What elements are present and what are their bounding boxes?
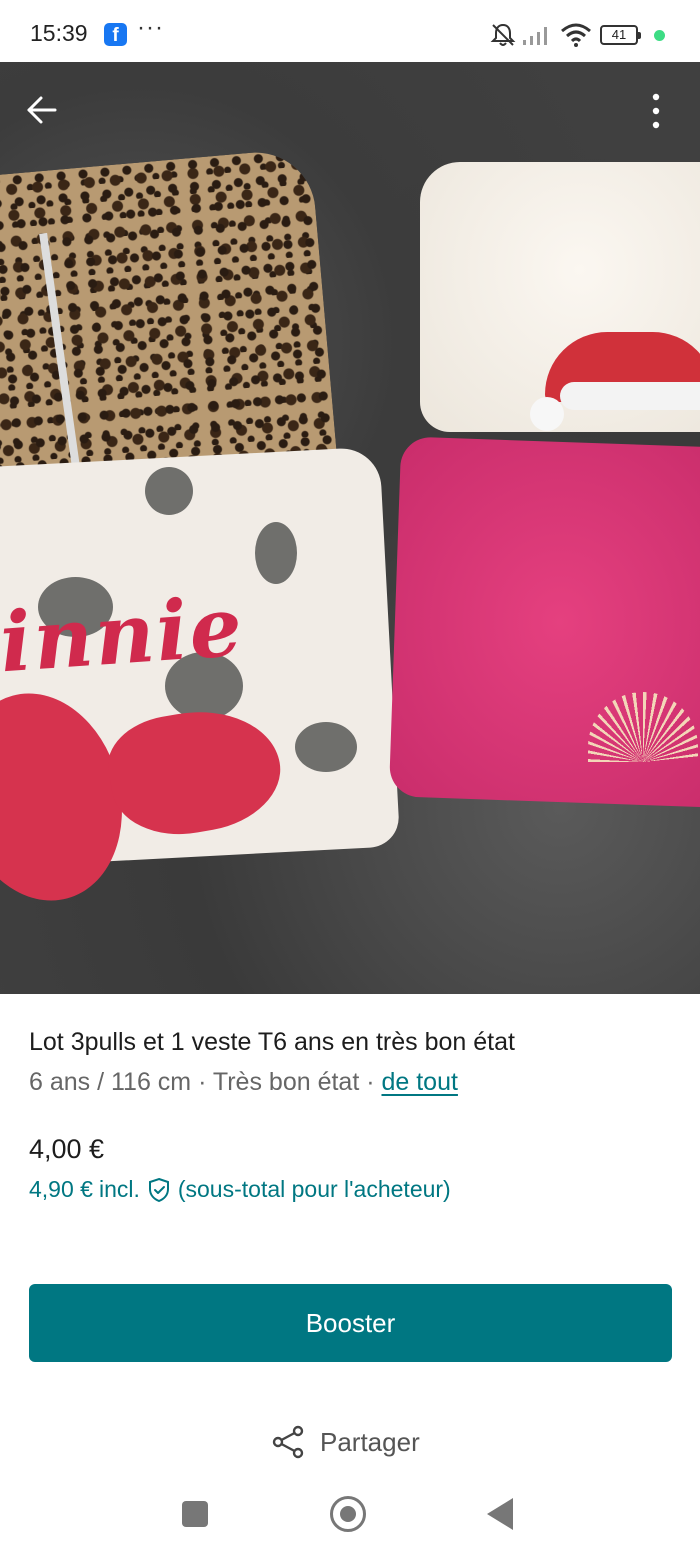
system-navigation-bar: [0, 1478, 700, 1556]
status-bar: 15:39 f ··· 41: [0, 0, 700, 62]
more-vertical-icon[interactable]: [646, 92, 666, 132]
price-total: 4,90 €: [29, 1176, 93, 1202]
share-icon: [272, 1425, 304, 1459]
minnie-print: innie: [0, 578, 247, 692]
shield-check-icon: [148, 1177, 169, 1202]
wifi-icon: [561, 23, 591, 47]
meta-separator: ·: [191, 1068, 213, 1096]
buyer-protection-price[interactable]: 4,90 € incl. (sous-total pour l'acheteur…: [29, 1176, 451, 1203]
item-title: Lot 3pulls et 1 veste T6 ans en très bon…: [29, 1028, 515, 1056]
incl-note: (sous-total pour l'acheteur): [177, 1176, 451, 1202]
santa-hat-trim: [560, 382, 700, 410]
item-photo[interactable]: innie: [0, 62, 700, 994]
share-button[interactable]: Partager: [270, 1424, 420, 1460]
battery-icon: 41: [600, 25, 641, 45]
status-time: 15:39: [30, 20, 88, 46]
polka-dot: [255, 522, 297, 584]
incl-label: incl.: [98, 1176, 140, 1202]
notification-more-icon: ···: [137, 14, 164, 41]
back-triangle-icon[interactable]: [487, 1498, 513, 1530]
arrow-left-icon[interactable]: [24, 92, 60, 128]
meta-separator: ·: [359, 1068, 382, 1096]
item-size: 6 ans / 116 cm: [29, 1068, 192, 1096]
facebook-icon: f: [104, 23, 127, 46]
share-label: Partager: [320, 1426, 420, 1457]
polka-dot: [145, 467, 193, 515]
santa-hat-pompom: [530, 397, 564, 431]
booster-button[interactable]: Booster: [29, 1284, 672, 1362]
polka-dot: [295, 722, 357, 772]
mute-bell-icon: [490, 23, 516, 46]
item-condition: Très bon état: [212, 1068, 360, 1096]
item-brand-link[interactable]: de tout: [381, 1068, 457, 1096]
item-price: 4,00 €: [29, 1134, 105, 1164]
item-meta: 6 ans / 116 cm · Très bon état · de tout: [29, 1068, 458, 1097]
recent-apps-icon[interactable]: [182, 1501, 208, 1527]
signal-icon: [523, 27, 547, 45]
status-indicator-dot: [654, 30, 665, 41]
home-icon[interactable]: [330, 1496, 366, 1532]
